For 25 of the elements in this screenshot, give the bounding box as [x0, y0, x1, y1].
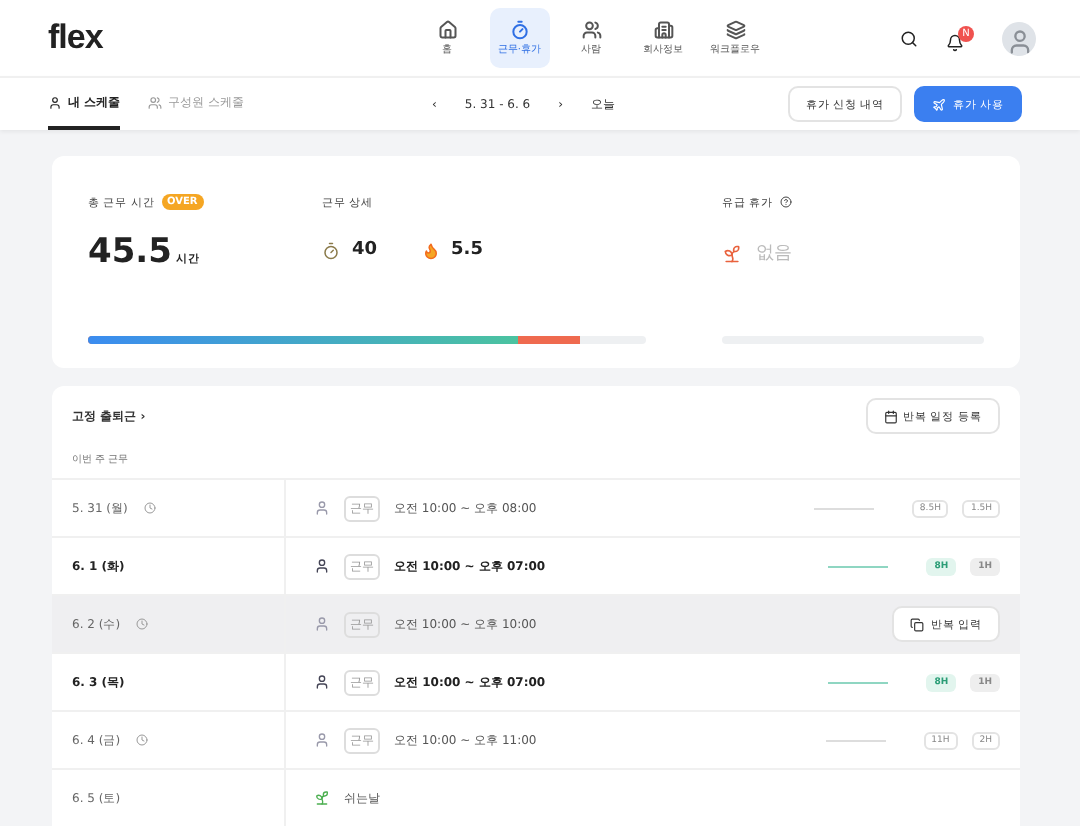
help-icon[interactable] — [779, 196, 792, 208]
overtime-hours: 5.5 — [451, 240, 483, 260]
flex-logo: flex — [48, 18, 103, 58]
copy-icon — [910, 617, 925, 631]
total-hours-value: 45.5 — [88, 232, 172, 272]
stopwatch-icon — [509, 20, 530, 40]
timeline-line — [828, 681, 889, 683]
notification-bell-icon[interactable] — [946, 33, 964, 51]
layers-icon — [725, 20, 746, 40]
building-icon — [653, 20, 674, 40]
person-icon — [48, 95, 62, 109]
flame-icon — [421, 241, 440, 259]
timeline-line — [813, 507, 874, 509]
plane-icon — [932, 97, 947, 111]
people-icon — [148, 95, 163, 109]
sprout-icon — [314, 790, 330, 806]
paid-leave-value: 없음 — [756, 242, 792, 266]
home-icon — [437, 20, 458, 40]
timeline-line — [828, 565, 889, 567]
calendar-icon — [883, 409, 897, 423]
avatar[interactable] — [1002, 21, 1036, 55]
timeline-line — [825, 739, 886, 741]
search-icon[interactable] — [900, 29, 918, 47]
regular-hours: 40 — [352, 240, 378, 260]
people-icon — [581, 20, 602, 40]
